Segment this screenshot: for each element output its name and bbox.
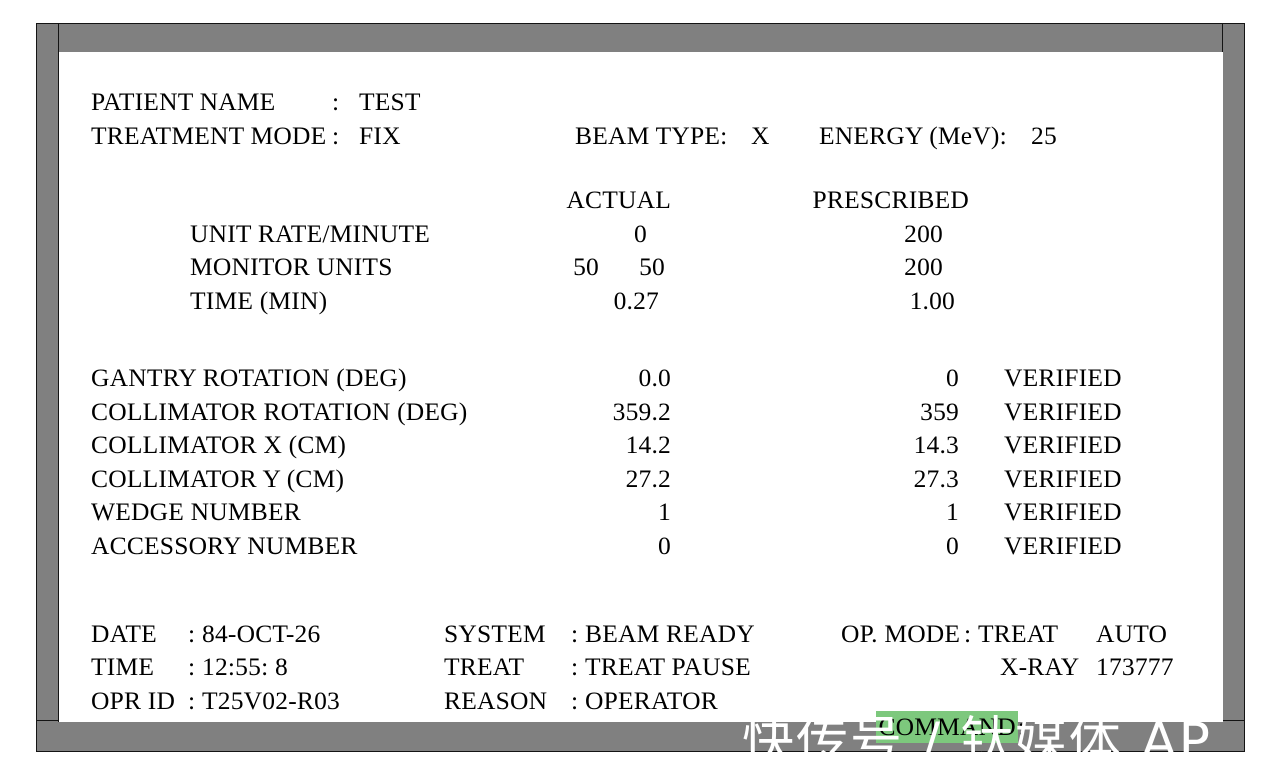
system-separator: : [571,619,579,648]
patient-name-value: TEST [359,87,421,116]
dose-row-label: UNIT RATE/MINUTE [190,219,430,248]
system-status-value: BEAM READY [585,619,755,648]
beam-type-value: X [751,121,770,150]
treatment-mode-value: FIX [359,121,401,150]
param-row-label: WEDGE NUMBER [91,497,301,526]
opr-id-value: T25V02-R03 [202,686,340,715]
reason-separator: : [571,686,579,715]
param-row-prescribed: 14.3 [913,430,959,459]
time-separator: : [188,652,196,681]
window-frame-bottom [36,720,1245,752]
date-separator: : [188,619,196,648]
param-row-actual: 1 [658,497,671,526]
param-row-prescribed: 359 [920,397,959,426]
window-frame-left [36,23,60,752]
dose-row-prescribed: 1.00 [909,286,955,315]
window-frame-right [1222,23,1245,752]
param-row-prescribed: 0 [946,363,959,392]
param-row-label: COLLIMATOR ROTATION (DEG) [91,397,468,426]
window-title-bar [58,23,1245,54]
dose-row-label: MONITOR UNITS [190,252,393,281]
treat-status-value: TREAT PAUSE [585,652,751,681]
opr-id-label: OPR ID [91,686,176,715]
patient-name-label: PATIENT NAME [91,87,276,116]
treatment-mode-separator: : [332,121,340,150]
opr-id-separator: : [188,686,196,715]
command-prompt-separator: : [1017,711,1026,741]
command-prompt-label[interactable]: COMMAND [876,710,1018,743]
param-row-actual: 27.2 [625,464,671,493]
console-screen: PATIENT NAME : TEST TREATMENT MODE : FIX… [58,52,1223,743]
param-row-status: VERIFIED [1004,464,1122,493]
op-mode-label: OP. MODE [841,619,961,648]
param-row-status: VERIFIED [1004,497,1122,526]
beam-counter: 173777 [1096,652,1174,681]
dose-row-actual: 0.27 [613,286,659,315]
dose-table-header-prescribed: PRESCRIBED [812,185,969,214]
time-value: 12:55: 8 [202,652,288,681]
treat-separator: : [571,652,579,681]
param-row-label: GANTRY ROTATION (DEG) [91,363,407,392]
beam-mode-value: X-RAY [1000,652,1080,681]
param-row-label: COLLIMATOR X (CM) [91,430,347,459]
dose-row-prescribed: 200 [904,252,943,281]
dose-row-label: TIME (MIN) [190,286,328,315]
op-mode-auto-flag: AUTO [1096,619,1168,648]
terminal-window: PATIENT NAME : TEST TREATMENT MODE : FIX… [36,23,1245,752]
param-row-status: VERIFIED [1004,363,1122,392]
date-value: 84-OCT-26 [202,619,321,648]
system-label: SYSTEM [444,619,546,648]
treatment-mode-label: TREATMENT MODE [91,121,327,150]
date-label: DATE [91,619,157,648]
param-row-prescribed: 0 [946,531,959,560]
op-mode-separator: : [964,619,972,648]
param-row-actual: 0.0 [638,363,671,392]
param-row-label: ACCESSORY NUMBER [91,531,358,560]
param-row-prescribed: 27.3 [913,464,959,493]
param-row-label: COLLIMATOR Y (CM) [91,464,345,493]
param-row-status: VERIFIED [1004,430,1122,459]
param-row-status: VERIFIED [1004,531,1122,560]
energy-label: ENERGY (MeV): [819,121,1007,150]
reason-value: OPERATOR [585,686,718,715]
dose-row-actual-alt: 50 [639,252,665,281]
dose-table-header-actual: ACTUAL [566,185,671,214]
param-row-actual: 359.2 [612,397,671,426]
beam-type-label: BEAM TYPE: [575,121,728,150]
op-mode-value: TREAT [978,619,1059,648]
patient-name-separator: : [332,87,340,116]
param-row-actual: 0 [658,531,671,560]
treat-label: TREAT [444,652,525,681]
dose-row-actual: 0 [634,219,647,248]
param-row-status: VERIFIED [1004,397,1122,426]
param-row-prescribed: 1 [946,497,959,526]
param-row-actual: 14.2 [625,430,671,459]
reason-label: REASON [444,686,548,715]
energy-value: 25 [1031,121,1057,150]
time-label: TIME [91,652,155,681]
dose-row-prescribed: 200 [904,219,943,248]
